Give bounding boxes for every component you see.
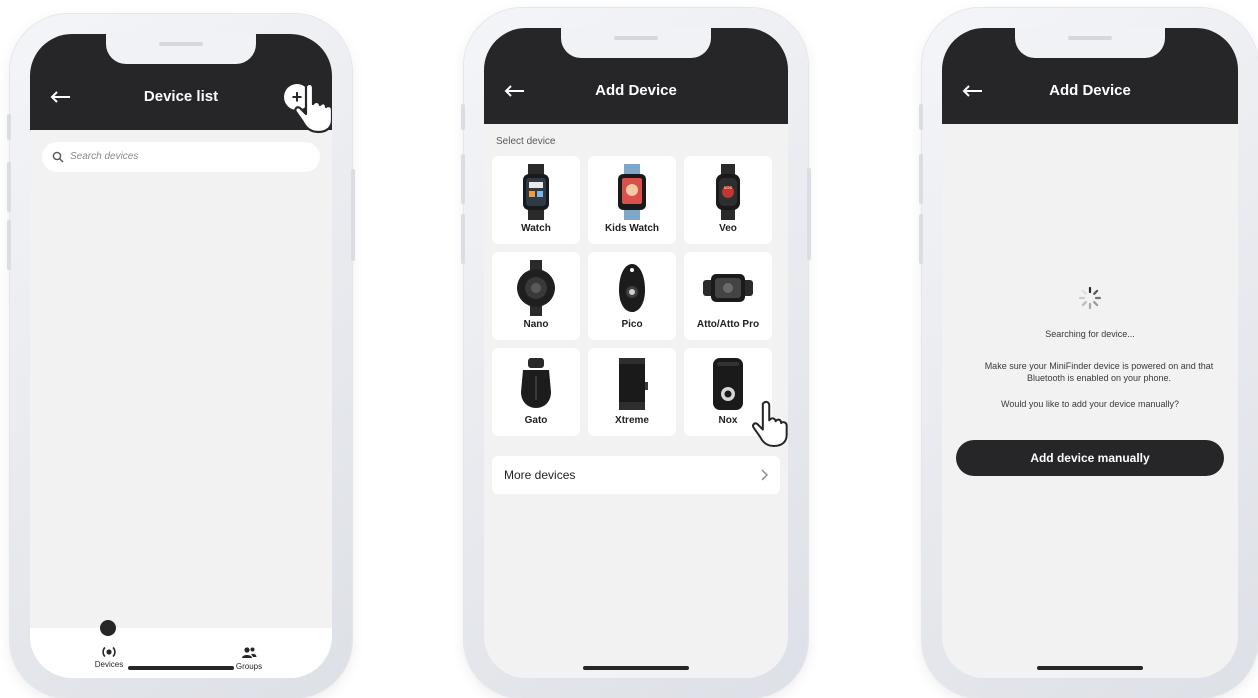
screen-add-device: Add Device Select device Watch Kids Watc… xyxy=(484,28,788,678)
smartwatch-icon xyxy=(523,164,549,220)
device-name: Pico xyxy=(621,319,643,330)
device-name: Xtreme xyxy=(615,415,649,426)
device-card-veo[interactable]: SOS Veo xyxy=(684,156,772,244)
chevron-right-icon xyxy=(761,469,768,481)
handheld-tracker-icon xyxy=(713,358,743,410)
box-tracker-icon xyxy=(619,358,648,410)
stage: Device list + Search devices Devices Gro… xyxy=(0,0,1258,698)
sos-watch-icon: SOS xyxy=(716,164,740,220)
device-name: Veo xyxy=(719,223,737,234)
device-card-pico[interactable]: Pico xyxy=(588,252,676,340)
add-device-manually-button[interactable]: Add device manually xyxy=(956,440,1224,476)
kids-watch-icon xyxy=(618,164,646,220)
loading-spinner-icon xyxy=(1078,286,1102,310)
strap-tracker-icon xyxy=(703,274,753,302)
notch xyxy=(561,28,711,58)
manual-question: Would you like to add your device manual… xyxy=(1001,399,1179,409)
notch xyxy=(106,34,256,64)
search-icon xyxy=(52,151,64,163)
more-devices-row[interactable]: More devices xyxy=(492,456,780,494)
home-indicator xyxy=(1037,666,1143,670)
home-indicator xyxy=(583,666,689,670)
device-name: Kids Watch xyxy=(604,223,660,234)
groups-icon xyxy=(242,647,257,658)
device-card-gato[interactable]: Gato xyxy=(492,348,580,436)
indicator-dot xyxy=(100,620,116,636)
tap-hand-icon xyxy=(294,82,332,134)
section-label: Select device xyxy=(496,136,556,147)
phone-searching: Add Device Searching for device... Make … xyxy=(919,8,1258,698)
device-name: Nano xyxy=(523,319,549,330)
phone-device-list: Device list + Search devices Devices Gro… xyxy=(7,14,355,698)
notch xyxy=(1015,28,1165,58)
page-title: Add Device xyxy=(595,82,677,99)
home-indicator xyxy=(128,666,234,670)
more-devices-label: More devices xyxy=(504,468,576,482)
search-placeholder: Search devices xyxy=(70,151,139,162)
search-input[interactable]: Search devices xyxy=(42,142,320,172)
device-name: Gato xyxy=(524,415,548,426)
device-card-kids-watch[interactable]: Kids Watch xyxy=(588,156,676,244)
device-name: Atto/Atto Pro xyxy=(696,319,760,330)
device-card-xtreme[interactable]: Xtreme xyxy=(588,348,676,436)
bottom-tab-bar: Devices Groups xyxy=(30,620,332,678)
radio-waves-icon xyxy=(102,646,116,658)
round-tracker-icon xyxy=(517,260,555,316)
page-title: Add Device xyxy=(1049,82,1131,99)
tap-hand-icon xyxy=(752,400,788,448)
phone-add-device: Add Device Select device Watch Kids Watc… xyxy=(461,8,811,698)
svg-text:SOS: SOS xyxy=(724,185,733,190)
screen-searching: Add Device Searching for device... Make … xyxy=(942,28,1238,678)
teardrop-tracker-icon xyxy=(619,264,645,312)
device-card-atto[interactable]: Atto/Atto Pro xyxy=(684,252,772,340)
bluetooth-hint: Make sure your MiniFinder device is powe… xyxy=(984,361,1214,383)
screen-device-list: Device list + Search devices Devices Gro… xyxy=(30,34,332,678)
device-card-watch[interactable]: Watch xyxy=(492,156,580,244)
device-card-nano[interactable]: Nano xyxy=(492,252,580,340)
search-status: Searching for device... xyxy=(1045,329,1135,339)
pet-tracker-icon xyxy=(521,358,551,408)
device-name: Watch xyxy=(521,223,551,234)
